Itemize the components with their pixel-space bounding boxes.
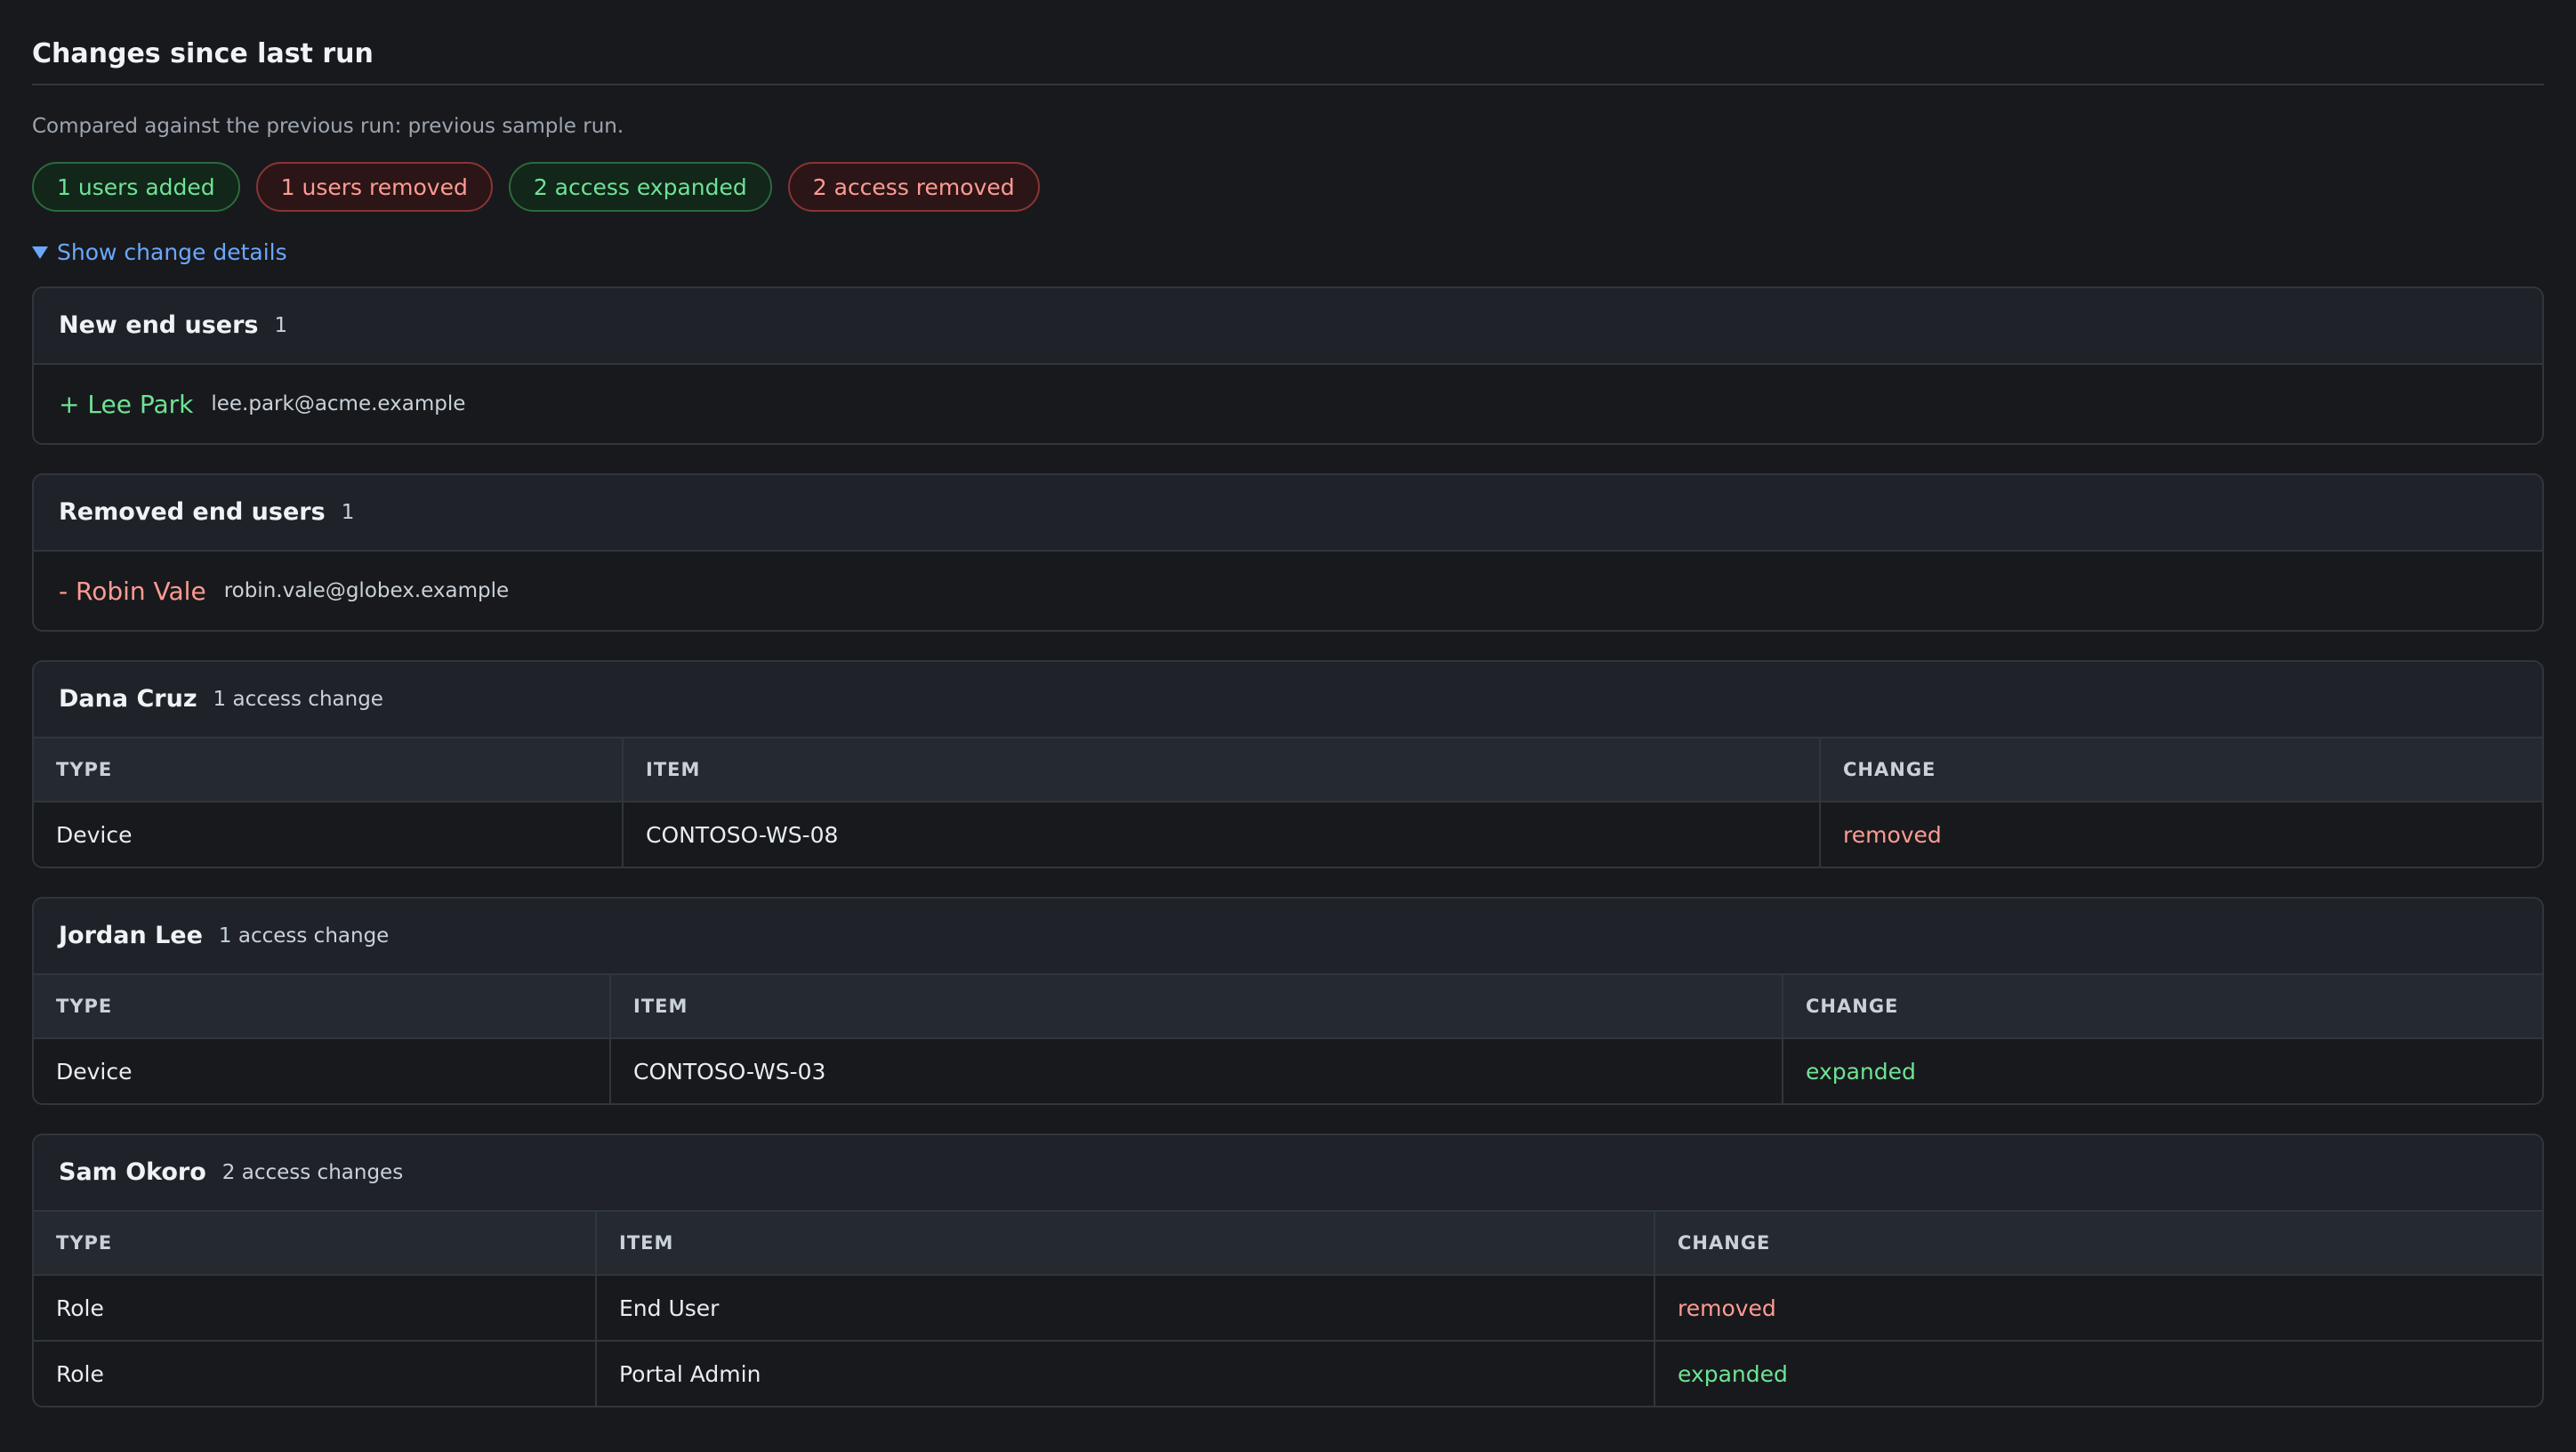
removed-users-card: Removed end users 1 - Robin Vale robin.v…: [32, 473, 2544, 632]
column-header-item: ITEM: [623, 738, 1821, 803]
table-row: Role Portal Admin expanded: [34, 1340, 2542, 1406]
column-header-change: CHANGE: [1783, 975, 2542, 1039]
card-header: Sam Okoro 2 access changes: [34, 1135, 2542, 1212]
changes-panel: Changes since last run Compared against …: [32, 32, 2544, 1408]
cell-item: CONTOSO-WS-08: [623, 802, 1821, 867]
access-removed-badge: 2 access removed: [787, 162, 1040, 212]
cell-change: expanded: [1654, 1340, 2542, 1406]
column-header-type: TYPE: [34, 738, 624, 803]
triangle-down-icon: [32, 246, 48, 259]
card-title: Sam Okoro: [59, 1158, 206, 1186]
toggle-label: Show change details: [57, 239, 287, 265]
summary-badges: 1 users added 1 users removed 2 access e…: [32, 162, 2544, 212]
new-users-card: New end users 1 + Lee Park lee.park@acme…: [32, 286, 2544, 445]
access-change-table: TYPE ITEM CHANGE Device CONTOSO-WS-03 ex…: [34, 975, 2542, 1103]
cell-change: removed: [1654, 1275, 2542, 1341]
table-row: Role End User removed: [34, 1275, 2542, 1341]
title-divider: [32, 84, 2544, 85]
cell-type: Role: [34, 1275, 597, 1341]
card-title: Jordan Lee: [59, 922, 203, 949]
cell-type: Device: [34, 1038, 611, 1103]
access-expanded-badge: 2 access expanded: [508, 162, 772, 212]
users-removed-badge: 1 users removed: [255, 162, 493, 212]
card-header: Jordan Lee 1 access change: [34, 899, 2542, 975]
column-header-item: ITEM: [610, 975, 1783, 1039]
column-header-type: TYPE: [34, 1212, 597, 1276]
table-row: Device CONTOSO-WS-03 expanded: [34, 1038, 2542, 1103]
card-header: Removed end users 1: [34, 475, 2542, 552]
user-name: + Lee Park: [59, 389, 194, 419]
access-change-table: TYPE ITEM CHANGE Device CONTOSO-WS-08 re…: [34, 738, 2542, 867]
card-header: Dana Cruz 1 access change: [34, 662, 2542, 738]
cell-item: End User: [596, 1275, 1655, 1341]
table-row: Device CONTOSO-WS-08 removed: [34, 802, 2542, 867]
card-count: 2 access changes: [221, 1161, 404, 1184]
cell-type: Role: [34, 1340, 597, 1406]
show-change-details-toggle[interactable]: Show change details: [32, 237, 2544, 269]
card-count: 1 access change: [218, 924, 390, 948]
access-change-card: Jordan Lee 1 access change TYPE ITEM CHA…: [32, 897, 2544, 1105]
card-title: New end users: [59, 311, 259, 339]
cell-change: expanded: [1783, 1038, 2542, 1103]
column-header-change: CHANGE: [1654, 1212, 2542, 1276]
column-header-item: ITEM: [596, 1212, 1655, 1276]
cell-type: Device: [34, 802, 624, 867]
page-title: Changes since last run: [32, 38, 374, 69]
list-item: - Robin Vale robin.vale@globex.example: [34, 552, 2542, 630]
list-item: + Lee Park lee.park@acme.example: [34, 365, 2542, 443]
cell-change: removed: [1820, 802, 2542, 867]
access-change-card: Dana Cruz 1 access change TYPE ITEM CHAN…: [32, 660, 2544, 868]
card-title: Removed end users: [59, 498, 326, 526]
card-header: New end users 1: [34, 288, 2542, 365]
page-subtitle: Compared against the previous run: previ…: [32, 115, 624, 138]
user-name: - Robin Vale: [59, 576, 206, 606]
access-change-card: Sam Okoro 2 access changes TYPE ITEM CHA…: [32, 1133, 2544, 1408]
cell-item: Portal Admin: [596, 1340, 1655, 1406]
card-count: 1: [341, 501, 355, 524]
card-count: 1 access change: [213, 688, 383, 711]
card-title: Dana Cruz: [59, 685, 197, 713]
users-added-badge: 1 users added: [32, 162, 240, 212]
column-header-change: CHANGE: [1820, 738, 2542, 803]
column-header-type: TYPE: [34, 975, 611, 1039]
change-details: New end users 1 + Lee Park lee.park@acme…: [32, 286, 2544, 1408]
user-email: robin.vale@globex.example: [223, 579, 510, 602]
user-email: lee.park@acme.example: [211, 392, 466, 415]
card-count: 1: [274, 314, 288, 337]
access-change-table: TYPE ITEM CHANGE Role End User removed R…: [34, 1212, 2542, 1406]
cell-item: CONTOSO-WS-03: [610, 1038, 1783, 1103]
